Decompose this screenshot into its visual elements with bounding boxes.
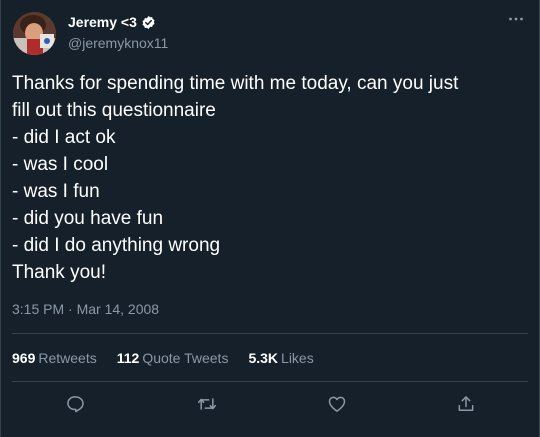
tweet-line: fill out this questionnaire [12, 100, 216, 121]
name-row: Jeremy <3 [68, 12, 156, 32]
avatar[interactable] [13, 12, 56, 55]
reply-icon [67, 396, 84, 413]
tweet-line: - did I do anything wrong [12, 235, 221, 256]
divider [12, 333, 528, 334]
tweet-text: Thanks for spending time with me today, … [12, 70, 522, 286]
tweet-card: Jeremy <3 @jeremyknox11 Thanks for spend… [0, 0, 540, 437]
likes-stat[interactable]: 5.3K Likes [248, 350, 313, 366]
retweets-count: 969 [12, 350, 36, 366]
retweet-button[interactable] [195, 392, 219, 416]
retweet-icon [197, 398, 217, 410]
quote-tweets-stat[interactable]: 112 Quote Tweets [117, 350, 229, 366]
likes-count: 5.3K [248, 350, 279, 366]
quote-tweets-count: 112 [116, 350, 140, 366]
user-handle[interactable]: @jeremyknox11 [68, 35, 168, 51]
tweet-line: Thanks for spending time with me today, … [12, 73, 459, 94]
like-button[interactable] [325, 392, 349, 416]
action-bar [1, 388, 540, 420]
reply-button[interactable] [63, 392, 87, 416]
divider [12, 381, 528, 382]
tweet-line: - was I cool [12, 154, 109, 175]
share-icon [458, 396, 474, 411]
tweet-timestamp[interactable]: 3:15 PM · Mar 14, 2008 [12, 301, 159, 317]
avatar-image [13, 12, 56, 55]
retweets-stat[interactable]: 969 Retweets [12, 350, 97, 366]
retweets-label: Retweets [38, 350, 97, 366]
share-button[interactable] [454, 392, 478, 416]
tweet-line: - did you have fun [12, 208, 164, 229]
tweet-stats: 969 Retweets 112 Quote Tweets 5.3K Likes [12, 350, 334, 366]
tweet-line: Thank you! [12, 262, 106, 283]
likes-label: Likes [281, 350, 314, 366]
display-name[interactable]: Jeremy <3 [68, 14, 137, 30]
more-dots-icon [509, 17, 523, 21]
quote-tweets-label: Quote Tweets [142, 350, 229, 366]
tweet-line: - did I act ok [12, 127, 116, 148]
verified-badge-icon [141, 15, 156, 30]
more-options-button[interactable] [505, 8, 527, 30]
tweet-line: - was I fun [12, 181, 100, 202]
like-icon [328, 396, 346, 412]
